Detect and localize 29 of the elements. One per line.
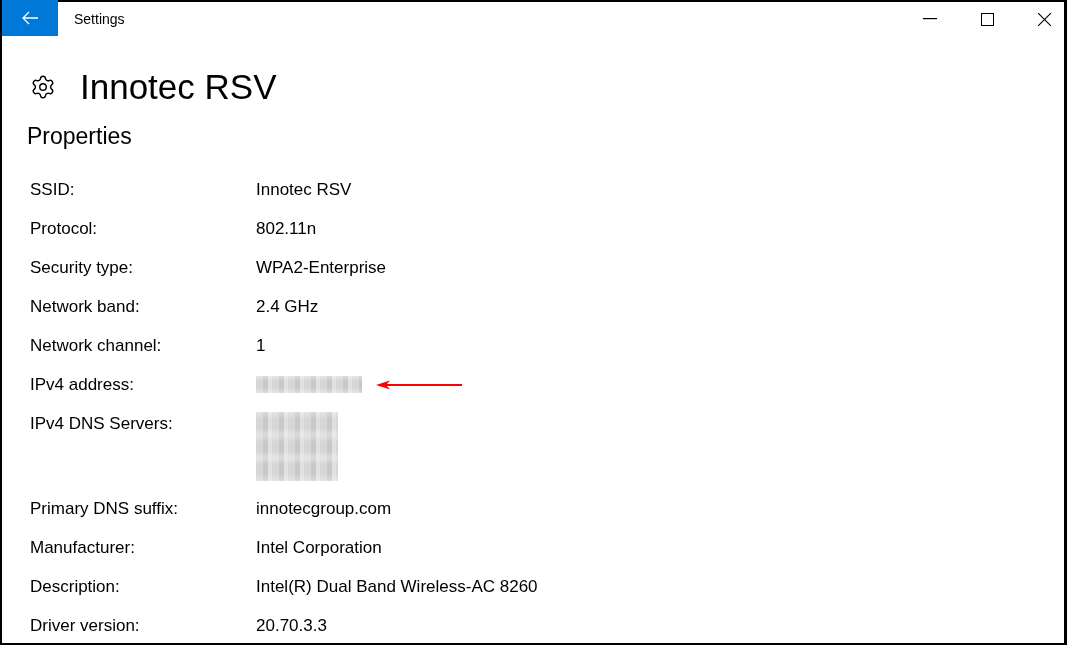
property-label: Network band: [30,296,141,318]
section-heading: Properties [27,122,132,151]
property-label: SSID: [30,179,76,201]
minimize-icon [923,18,937,20]
property-label: Security type: [30,257,134,279]
property-value: Intel(R) Dual Band Wireless-AC 8260 [256,576,538,598]
property-label: Manufacturer: [30,537,136,559]
settings-icon [30,74,56,100]
back-button[interactable] [2,0,58,36]
maximize-icon [980,12,994,26]
property-value: 20.70.3.3 [256,615,327,637]
back-arrow-icon [22,11,38,25]
property-label: IPv4 address: [30,374,135,396]
property-value: WPA2-Enterprise [256,257,387,279]
property-value: 2.4 GHz [256,296,319,318]
property-value: Innotec RSV [256,179,352,201]
property-label: Protocol: [30,218,99,240]
property-value: 1 [256,335,266,357]
property-value: innotecgroup.com [256,498,392,520]
property-label: Description: [30,576,121,598]
property-value: Intel Corporation [256,537,382,559]
property-label: IPv4 DNS Servers: [30,413,174,435]
window-title: Settings [74,11,125,27]
page-title: Innotec RSV [80,66,277,108]
property-label: Driver version: [30,615,141,637]
property-value: 802.11n [256,218,317,240]
close-icon [1037,12,1051,26]
property-label: Network channel: [30,335,163,357]
property-label: Primary DNS suffix: [30,498,179,520]
